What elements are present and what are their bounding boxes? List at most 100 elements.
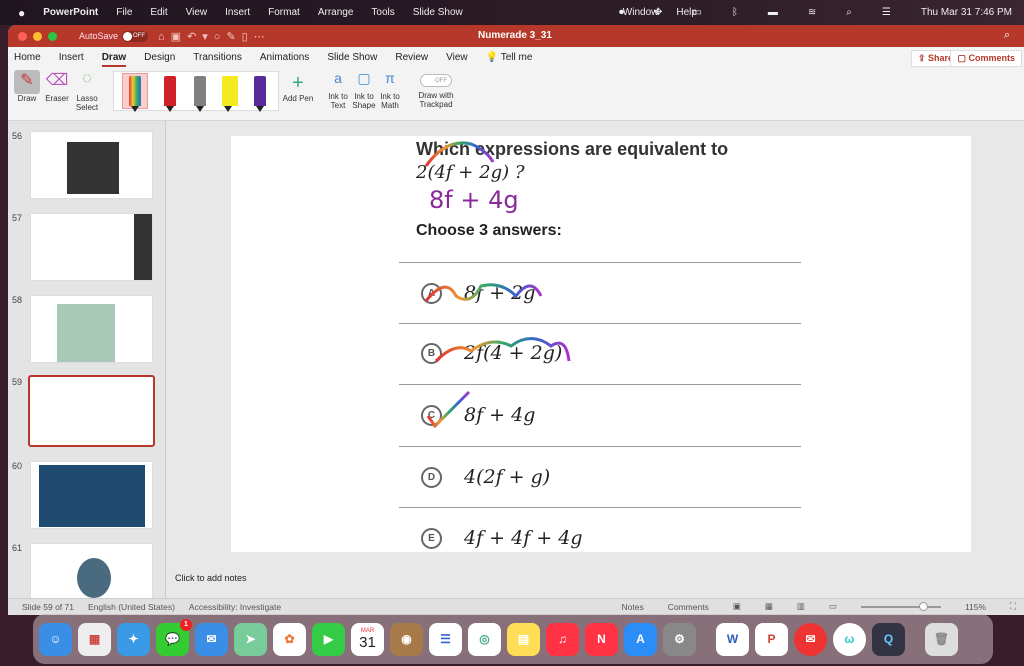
draw-with-trackpad[interactable]: OFF Draw with Trackpad <box>416 74 456 109</box>
question-text: Which expressions are equivalent to <box>416 139 729 159</box>
menu-tools[interactable]: Tools <box>371 7 394 18</box>
menu-edit[interactable]: Edit <box>150 7 167 18</box>
display-icon[interactable]: ▭ <box>692 7 701 18</box>
language[interactable]: English (United States) <box>88 602 175 612</box>
menu-view[interactable]: View <box>186 7 208 18</box>
app-store-icon[interactable]: A <box>624 622 657 656</box>
slide-thumbnail[interactable] <box>30 213 153 281</box>
option-a[interactable]: A 8f + 2g <box>421 282 535 304</box>
notes-field[interactable]: Click to add notes <box>175 573 247 583</box>
zoom-level[interactable]: 115% <box>965 602 986 612</box>
autosave-toggle[interactable]: OFF <box>122 30 149 42</box>
photos-icon[interactable]: ✿ <box>273 622 306 656</box>
quicktime-icon[interactable]: Q <box>872 622 905 656</box>
spotlight-icon[interactable]: ⌕ <box>846 7 852 18</box>
close-button[interactable] <box>18 31 27 41</box>
system-preferences-icon[interactable]: ⚙ <box>663 622 696 656</box>
calendar-icon[interactable]: MAR 31 <box>351 622 384 656</box>
maps-icon[interactable]: ➤ <box>234 622 267 656</box>
record-icon[interactable]: ⏺ <box>619 7 624 18</box>
accessibility[interactable]: Accessibility: Investigate <box>189 602 281 612</box>
comments-button[interactable]: ▢ Comments <box>950 50 1022 67</box>
reminders-icon[interactable]: ☰ <box>429 622 462 656</box>
slide-sorter-icon[interactable]: ▦ <box>765 601 773 612</box>
tab-slideshow[interactable]: Slide Show <box>327 52 377 63</box>
pen-rainbow[interactable] <box>129 76 141 112</box>
control-center-icon[interactable]: ☰ <box>882 7 891 18</box>
slide-thumbnail[interactable] <box>30 131 153 199</box>
word-icon[interactable]: W <box>716 622 749 656</box>
clock[interactable]: Thu Mar 31 7:46 PM <box>921 7 1012 18</box>
lasso-tool[interactable]: ◌ Lasso Select <box>74 70 100 112</box>
music-icon[interactable]: ♫ <box>546 622 579 656</box>
zoom-slider[interactable] <box>860 601 941 611</box>
bluetooth-icon[interactable]: ᛒ <box>732 7 738 18</box>
search-icon[interactable]: ⌕ <box>1004 29 1010 42</box>
messages-icon[interactable]: 💬 1 <box>156 618 192 656</box>
ink-to-text-button[interactable]: a Ink to Text <box>326 70 350 110</box>
pen-red[interactable] <box>164 76 176 112</box>
slide-thumbnails[interactable]: 56 57 58 59 60 61 <box>8 121 166 611</box>
comments-status-button[interactable]: Comments <box>668 602 709 612</box>
airmail-icon[interactable]: ✉ <box>794 622 827 656</box>
tab-draw[interactable]: Draw <box>101 52 127 67</box>
wavebox-icon[interactable]: ω <box>833 622 866 656</box>
tab-transitions[interactable]: Transitions <box>193 52 242 63</box>
battery-icon[interactable]: ▬ <box>768 7 778 18</box>
mail-icon[interactable]: ✉ <box>195 622 228 656</box>
trackpad-toggle[interactable]: OFF <box>420 74 452 87</box>
safari-icon[interactable]: ✦ <box>117 622 150 656</box>
tab-home[interactable]: Home <box>14 52 41 63</box>
launchpad-icon[interactable]: ▦ <box>78 622 111 656</box>
dropbox-icon[interactable]: ✥ <box>654 7 662 18</box>
apple-icon[interactable]: ● <box>18 6 25 20</box>
option-e[interactable]: E 4f + 4f + 4g <box>421 527 583 549</box>
add-pen-button[interactable]: + Add Pen <box>280 72 316 103</box>
powerpoint-icon[interactable]: P <box>755 622 788 656</box>
tab-design[interactable]: Design <box>144 52 175 63</box>
zoom-button[interactable] <box>48 31 57 41</box>
wifi-icon[interactable]: ≋ <box>808 7 816 18</box>
menu-format[interactable]: Format <box>268 7 300 18</box>
menu-slideshow[interactable]: Slide Show <box>413 7 463 18</box>
chrome-icon[interactable]: ◎ <box>468 622 501 656</box>
menu-app[interactable]: PowerPoint <box>43 7 98 18</box>
draw-tool[interactable]: ✎ Draw <box>14 70 40 103</box>
option-d[interactable]: D 4(2f + g) <box>421 466 550 488</box>
quick-access-icons[interactable]: ⌂▣↶▾○✎▯⋯ <box>158 30 271 43</box>
notes-button[interactable]: Notes <box>622 602 644 612</box>
highlighter-yellow[interactable] <box>222 76 238 112</box>
news-icon[interactable]: N <box>585 622 618 656</box>
contacts-icon[interactable]: ◉ <box>390 622 423 656</box>
facetime-icon[interactable]: ▶ <box>312 622 345 656</box>
tab-review[interactable]: Review <box>395 52 428 63</box>
fit-icon[interactable]: ⛶ <box>1010 601 1016 612</box>
ink-to-math-button[interactable]: π Ink to Math <box>378 70 402 110</box>
pen-gray[interactable] <box>194 76 206 112</box>
tab-view[interactable]: View <box>446 52 468 63</box>
finder-icon[interactable]: ☺ <box>39 622 72 656</box>
ink-to-shape-button[interactable]: ▢ Ink to Shape <box>352 70 376 110</box>
slide-canvas[interactable]: Which expressions are equivalent to 2(4f… <box>231 136 971 552</box>
menu-insert[interactable]: Insert <box>225 7 250 18</box>
option-c[interactable]: C 8f + 4g <box>421 404 535 426</box>
trash-icon[interactable]: 🗑 <box>925 622 958 656</box>
tab-animations[interactable]: Animations <box>260 52 309 63</box>
tab-insert[interactable]: Insert <box>59 52 84 63</box>
normal-view-icon[interactable]: ▣ <box>733 601 741 612</box>
slide-thumbnail[interactable] <box>30 461 153 529</box>
pen-purple[interactable] <box>254 76 266 112</box>
notes-icon[interactable]: ▤ <box>507 622 540 656</box>
menu-arrange[interactable]: Arrange <box>318 7 354 18</box>
option-b[interactable]: B 2f(4 + 2g) <box>421 342 562 364</box>
minimize-button[interactable] <box>33 31 42 41</box>
menu-file[interactable]: File <box>116 7 132 18</box>
ribbon-tabs: Home Insert Draw Design Transitions Anim… <box>8 47 1024 68</box>
slide-thumbnail-current[interactable] <box>28 375 155 447</box>
tell-me[interactable]: 💡 Tell me <box>486 52 533 63</box>
slideshow-icon[interactable]: ▭ <box>829 601 837 612</box>
slide-thumbnail[interactable] <box>30 295 153 363</box>
eraser-tool[interactable]: ⌫ Eraser <box>44 70 70 103</box>
option-text: 8f + 2g <box>464 282 536 304</box>
reading-view-icon[interactable]: ▥ <box>797 601 805 612</box>
